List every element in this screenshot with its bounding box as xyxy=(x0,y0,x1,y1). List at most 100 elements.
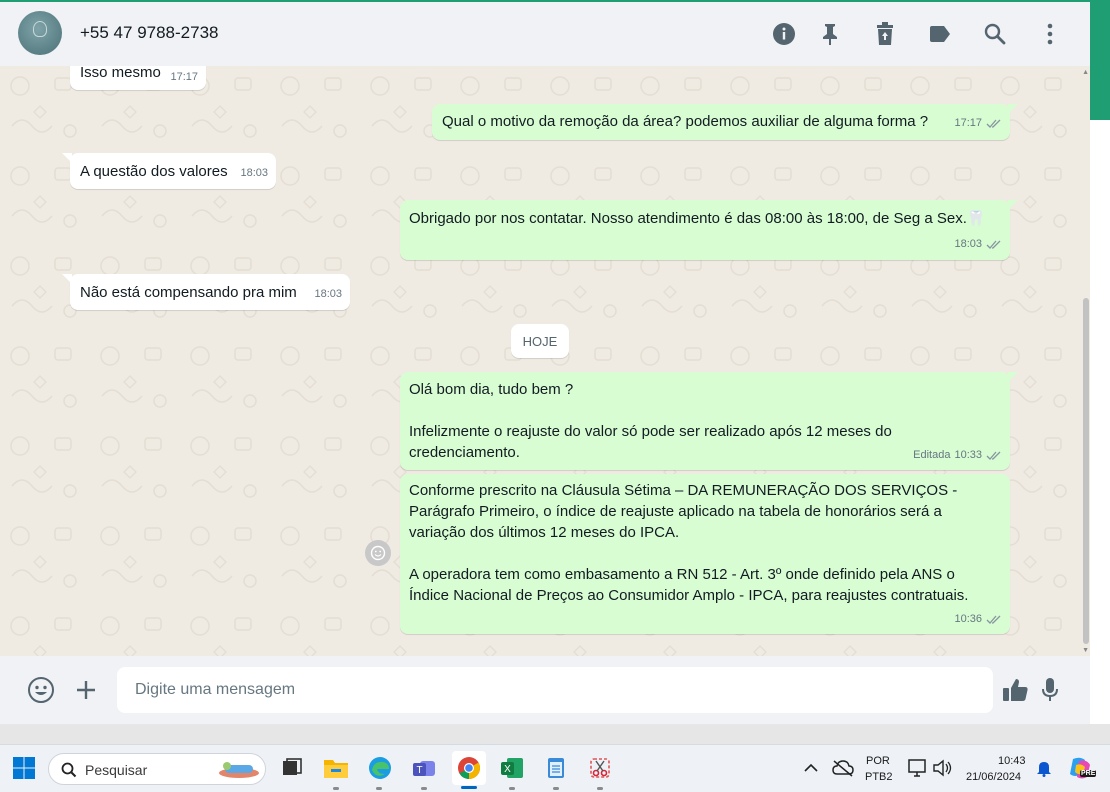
notepad-icon xyxy=(548,758,564,778)
running-indicator xyxy=(421,787,427,790)
svg-text:T: T xyxy=(416,765,422,776)
pin-icon[interactable] xyxy=(817,21,843,47)
edited-label: Editada xyxy=(913,449,951,461)
volume-button[interactable] xyxy=(927,753,957,783)
svg-text:X: X xyxy=(504,764,511,775)
windows-logo-icon xyxy=(13,757,35,779)
message-input[interactable]: Digite uma mensagem xyxy=(117,667,993,713)
copilot-badge: PRE xyxy=(1080,770,1097,777)
windows-taskbar: Pesquisar T X POR PTB2 10:43 21/06/2024 … xyxy=(0,744,1110,792)
speaker-icon xyxy=(933,759,952,777)
message-text: A questão dos valores xyxy=(80,163,228,180)
excel-icon: X xyxy=(501,758,523,778)
onedrive-button[interactable] xyxy=(828,753,858,783)
chevron-up-icon xyxy=(804,763,818,772)
read-ticks-icon xyxy=(986,119,1001,128)
search-highlight-icon xyxy=(219,762,259,778)
chat-panel[interactable]: Isso mesmo 17:17 Qual o motivo da remoçã… xyxy=(0,66,1090,656)
bubble-tail xyxy=(1008,372,1018,382)
running-indicator xyxy=(333,787,339,790)
notepad-button[interactable] xyxy=(541,753,571,783)
teams-button[interactable]: T xyxy=(409,753,439,783)
message-outgoing[interactable]: Qual o motivo da remoção da área? podemo… xyxy=(432,104,1018,140)
taskbar-search[interactable]: Pesquisar xyxy=(48,753,266,785)
menu-icon[interactable] xyxy=(1037,21,1063,47)
edge-button[interactable] xyxy=(365,753,395,783)
read-ticks-icon xyxy=(986,451,1001,460)
contact-avatar[interactable] xyxy=(18,11,62,55)
message-meta: 18:03 xyxy=(954,234,1002,255)
scroll-up-arrow-icon[interactable]: ▲ xyxy=(1082,69,1089,76)
chat-header: +55 47 9788-2738 xyxy=(0,0,1090,66)
thumbs-up-icon xyxy=(1003,679,1028,701)
taskbar-search-placeholder: Pesquisar xyxy=(85,762,148,778)
message-outgoing[interactable]: Olá bom dia, tudo bem ? Infelizmente o r… xyxy=(400,372,1018,470)
bubble-tail xyxy=(62,153,72,163)
snipping-tool-button[interactable] xyxy=(585,753,615,783)
microphone-icon xyxy=(1042,678,1058,701)
contact-name[interactable]: +55 47 9788-2738 xyxy=(80,23,219,43)
start-button[interactable] xyxy=(9,753,39,783)
react-button[interactable] xyxy=(365,540,391,566)
search-icon[interactable] xyxy=(982,21,1008,47)
message-composer: Digite uma mensagem xyxy=(0,656,1090,724)
excel-button[interactable]: X xyxy=(497,753,527,783)
chrome-button[interactable] xyxy=(452,751,486,785)
message-time: 18:03 xyxy=(314,288,342,300)
active-indicator xyxy=(461,786,477,789)
copilot-button[interactable]: PRE xyxy=(1065,753,1097,783)
copilot-icon xyxy=(1070,757,1090,779)
window-edge-lower xyxy=(1090,120,1110,792)
plus-icon xyxy=(77,681,95,699)
message-incoming[interactable]: Não está compensando pra mim 18:03 xyxy=(62,274,350,310)
like-button[interactable] xyxy=(1001,676,1029,704)
file-explorer-button[interactable] xyxy=(321,753,351,783)
message-incoming[interactable]: A questão dos valores 18:03 xyxy=(62,153,276,189)
scrollbar-thumb[interactable] xyxy=(1083,298,1089,644)
message-outgoing[interactable]: Obrigado por nos contatar. Nosso atendim… xyxy=(400,200,1018,260)
message-text: Isso mesmo xyxy=(80,66,161,81)
running-indicator xyxy=(597,787,603,790)
folder-icon xyxy=(324,760,348,778)
tooth-emoji: 🦷 xyxy=(966,210,986,227)
clock-time[interactable]: 10:43 xyxy=(998,755,1026,767)
window-edge xyxy=(1090,0,1110,120)
message-input-placeholder: Digite uma mensagem xyxy=(135,681,296,698)
notifications-button[interactable] xyxy=(1029,753,1059,783)
message-time: 10:33 xyxy=(954,449,982,461)
message-meta: 10:36 xyxy=(954,609,1002,630)
message-meta: 17:17 xyxy=(954,113,1002,134)
info-icon[interactable] xyxy=(771,21,797,47)
bubble-tail xyxy=(1008,200,1018,210)
task-view-button[interactable] xyxy=(277,753,307,783)
running-indicator xyxy=(553,787,559,790)
scroll-down-arrow-icon[interactable]: ▼ xyxy=(1082,647,1089,654)
language-indicator[interactable]: POR xyxy=(866,755,890,767)
message-time: 18:03 xyxy=(954,238,982,250)
show-hidden-icons-button[interactable] xyxy=(796,753,826,783)
running-indicator xyxy=(376,787,382,790)
message-incoming[interactable]: Isso mesmo 17:17 xyxy=(70,66,206,90)
keyboard-layout-indicator[interactable]: PTB2 xyxy=(865,771,893,783)
emoji-icon xyxy=(28,677,54,703)
message-time: 18:03 xyxy=(240,167,268,179)
message-meta: Editada 10:33 xyxy=(913,445,1002,466)
message-text: Obrigado por nos contatar. Nosso atendim… xyxy=(409,210,967,227)
emoji-button[interactable] xyxy=(27,676,55,704)
read-ticks-icon xyxy=(986,615,1001,624)
smiley-icon xyxy=(370,545,386,561)
bubble-tail xyxy=(62,274,72,284)
delete-icon[interactable] xyxy=(872,21,898,47)
clock-date[interactable]: 21/06/2024 xyxy=(966,771,1021,783)
message-time: 17:17 xyxy=(954,117,982,129)
message-text: Olá bom dia, tudo bem ? Infelizmente o r… xyxy=(409,381,892,461)
task-view-icon xyxy=(283,758,302,775)
attach-button[interactable] xyxy=(74,678,98,702)
voice-button[interactable] xyxy=(1038,676,1062,704)
message-time: 10:36 xyxy=(954,613,982,625)
chat-scrollbar[interactable]: ▲ ▼ xyxy=(1082,66,1090,656)
label-icon[interactable] xyxy=(927,21,953,47)
teams-icon: T xyxy=(413,761,435,776)
cloud-offline-icon xyxy=(832,760,854,777)
message-outgoing[interactable]: Conforme prescrito na Cláusula Sétima – … xyxy=(400,474,1010,634)
